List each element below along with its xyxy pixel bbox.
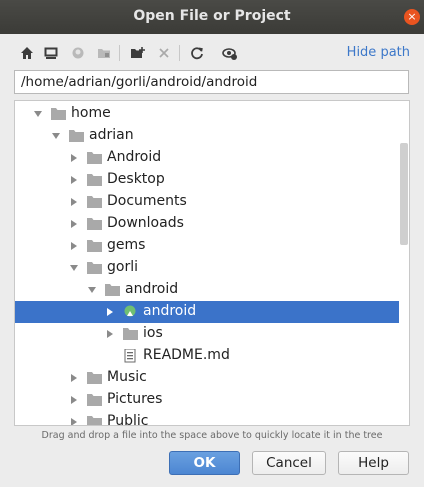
tree-item[interactable]: Desktop [15,169,399,191]
toolbar-separator [179,45,180,61]
new-folder-icon[interactable] [127,42,149,64]
folder-icon [87,416,102,425]
tree-item-label: Pictures [107,391,163,407]
tree-item[interactable]: adrian [15,125,399,147]
tree-item-label: Desktop [107,171,165,187]
folder-icon [69,130,84,142]
hide-path-link[interactable]: Hide path [347,45,410,60]
tree-item-label: android [143,303,197,319]
expand-arrow-right-icon[interactable] [69,219,79,229]
folder-icon [87,152,102,164]
home-icon[interactable] [16,42,38,64]
tree-item[interactable]: ios [15,323,399,345]
folder-icon [87,240,102,252]
tree-item[interactable]: gems [15,235,399,257]
toolbar-separator [119,45,120,61]
tree-item-label: gorli [107,259,138,275]
expand-arrow-down-icon[interactable] [51,131,61,141]
tree-item-label: Downloads [107,215,184,231]
title-bar[interactable]: Open File or Project × [0,0,424,34]
tree-item-label: home [71,105,111,121]
file-tree[interactable]: home adrian Android Desktop Documents Downloa… [14,100,410,426]
expand-arrow-right-icon[interactable] [105,329,115,339]
tree-item[interactable]: Music [15,367,399,389]
expand-arrow-down-icon[interactable] [69,263,79,273]
tree-item-label: Android [107,149,162,165]
tree-item[interactable]: Documents [15,191,399,213]
tree-item-label: gems [107,237,146,253]
folder-icon [87,372,102,384]
expand-arrow-right-icon[interactable] [69,373,79,383]
dialog-title: Open File or Project [133,8,291,24]
folder-icon [123,328,138,340]
folder-icon [105,284,120,296]
tree-item-label: README.md [143,347,230,363]
tree-item-label: android [125,281,179,297]
project-icon[interactable] [67,42,89,64]
folder-icon [87,174,102,186]
expand-arrow-right-icon[interactable] [69,241,79,251]
tree-item[interactable]: Pictures [15,389,399,411]
tree-item-label: ios [143,325,163,341]
folder-icon [51,108,66,120]
expand-arrow-right-icon[interactable] [69,153,79,163]
tree-item[interactable]: README.md [15,345,399,367]
open-file-dialog: Open File or Project × Hide path /home/a… [0,0,424,487]
tree-item[interactable]: Public [15,411,399,426]
module-icon[interactable] [93,42,115,64]
close-button[interactable]: × [404,9,420,25]
desktop-icon[interactable] [40,42,62,64]
scrollbar-thumb[interactable] [400,143,408,245]
tree-item-label: adrian [89,127,134,143]
tree-item[interactable]: android [15,301,399,323]
android-project-icon [124,305,136,317]
folder-icon [87,262,102,274]
expand-arrow-right-icon[interactable] [105,307,115,317]
folder-icon [87,196,102,208]
folder-icon [87,394,102,406]
expand-arrow-down-icon[interactable] [87,285,97,295]
tree-item[interactable]: gorli [15,257,399,279]
tree-item-label: Music [107,369,147,385]
tree-item[interactable]: Android [15,147,399,169]
expand-arrow-right-icon[interactable] [69,175,79,185]
tree-item-label: Public [107,413,149,426]
folder-icon [87,218,102,230]
expand-arrow-down-icon[interactable] [33,109,43,119]
vertical-scrollbar[interactable] [399,101,409,425]
expand-arrow-right-icon[interactable] [69,395,79,405]
tree-item[interactable]: home [15,103,399,125]
expand-arrow-right-icon[interactable] [69,417,79,426]
tree-item[interactable]: Downloads [15,213,399,235]
ok-button[interactable]: OK [169,451,240,475]
refresh-icon[interactable] [186,42,208,64]
tree-item-label: Documents [107,193,187,209]
expand-arrow-right-icon[interactable] [69,197,79,207]
cancel-button[interactable]: Cancel [252,451,326,475]
tree-item[interactable]: android [15,279,399,301]
show-hidden-icon[interactable] [219,42,241,64]
text-file-icon [124,349,136,363]
path-input[interactable] [14,70,409,94]
delete-icon[interactable] [153,42,175,64]
help-button[interactable]: Help [338,451,409,475]
drag-drop-hint: Drag and drop a file into the space abov… [41,430,383,441]
